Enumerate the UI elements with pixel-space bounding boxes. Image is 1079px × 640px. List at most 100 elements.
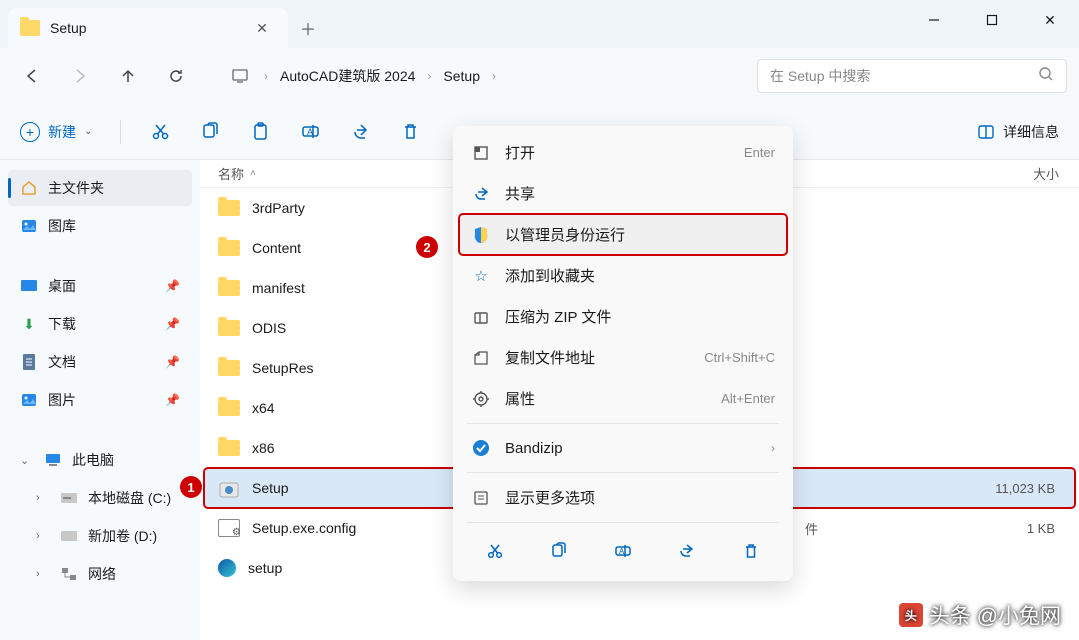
divider <box>120 120 121 144</box>
up-button[interactable] <box>108 56 148 96</box>
ctx-bandizip[interactable]: Bandizip › <box>459 428 787 468</box>
copy-icon[interactable] <box>199 121 221 143</box>
pc-icon <box>44 451 62 469</box>
cut-icon[interactable] <box>476 535 514 567</box>
new-button[interactable]: + 新建 ⌄ <box>20 122 92 142</box>
svg-text:A: A <box>307 127 313 137</box>
close-tab-icon[interactable]: ✕ <box>248 20 276 37</box>
annotation-badge-1: 1 <box>180 476 202 498</box>
sidebar-item-drive-c[interactable]: › 本地磁盘 (C:) <box>8 480 192 516</box>
delete-icon[interactable] <box>399 121 421 143</box>
folder-icon <box>218 400 240 416</box>
home-icon <box>20 179 38 197</box>
sidebar-item-documents[interactable]: 文档 📌 <box>8 344 192 380</box>
watermark: 头 头条 @小兔网 <box>899 600 1061 630</box>
plus-circle-icon: + <box>20 122 40 142</box>
sidebar-item-network[interactable]: › 网络 <box>8 556 192 592</box>
chevron-down-icon[interactable]: ⌄ <box>20 454 34 467</box>
bandizip-icon <box>471 438 491 458</box>
context-menu: 打开 Enter 共享 以管理员身份运行 ☆ 添加到收藏夹 压缩为 ZIP 文件… <box>453 126 793 581</box>
folder-icon <box>218 320 240 336</box>
pin-icon: 📌 <box>165 355 180 369</box>
folder-icon <box>218 280 240 296</box>
chevron-right-icon[interactable]: › <box>488 69 500 83</box>
chevron-right-icon[interactable]: › <box>36 492 50 504</box>
sidebar-item-home[interactable]: 主文件夹 <box>8 170 192 206</box>
star-icon: ☆ <box>471 266 491 286</box>
refresh-button[interactable] <box>156 56 196 96</box>
tab-title: Setup <box>50 20 248 36</box>
breadcrumb-seg[interactable]: Setup <box>435 64 488 88</box>
divider <box>467 472 779 473</box>
ctx-more[interactable]: 显示更多选项 <box>459 477 787 518</box>
sidebar-item-gallery[interactable]: 图库 <box>8 208 192 244</box>
drive-icon <box>60 489 78 507</box>
cut-icon[interactable] <box>149 121 171 143</box>
column-name[interactable]: 名称 ˄ <box>200 164 430 183</box>
folder-icon <box>218 360 240 376</box>
forward-button[interactable] <box>60 56 100 96</box>
share-icon[interactable] <box>349 121 371 143</box>
back-button[interactable] <box>12 56 52 96</box>
delete-icon[interactable] <box>732 535 770 567</box>
folder-icon <box>218 200 240 216</box>
documents-icon <box>20 353 38 371</box>
ctx-open[interactable]: 打开 Enter <box>459 132 787 173</box>
chevron-down-icon: ⌄ <box>84 126 92 137</box>
downloads-icon: ⬇ <box>20 315 38 333</box>
gallery-icon <box>20 217 38 235</box>
sidebar-item-pictures[interactable]: 图片 📌 <box>8 382 192 418</box>
divider <box>467 522 779 523</box>
chevron-right-icon[interactable]: › <box>260 69 272 83</box>
ctx-copypath[interactable]: 复制文件地址 Ctrl+Shift+C <box>459 337 787 378</box>
monitor-icon <box>220 56 260 96</box>
sidebar-item-downloads[interactable]: ⬇ 下载 📌 <box>8 306 192 342</box>
desktop-icon <box>20 277 38 295</box>
ctx-zip[interactable]: 压缩为 ZIP 文件 <box>459 296 787 337</box>
zip-icon <box>471 307 491 327</box>
minimize-button[interactable] <box>905 0 963 40</box>
chevron-right-icon[interactable]: › <box>423 69 435 83</box>
folder-icon <box>20 20 40 36</box>
ctx-properties[interactable]: 属性 Alt+Enter <box>459 378 787 419</box>
chevron-right-icon[interactable]: › <box>36 530 50 542</box>
details-label: 详细信息 <box>1003 122 1059 142</box>
sidebar-item-thispc[interactable]: ⌄ 此电脑 <box>8 442 192 478</box>
copy-icon[interactable] <box>540 535 578 567</box>
column-size[interactable]: 大小 <box>959 164 1059 183</box>
new-label: 新建 <box>48 122 76 142</box>
close-button[interactable]: ✕ <box>1021 0 1079 40</box>
rename-icon[interactable]: A <box>604 535 642 567</box>
properties-icon <box>471 389 491 409</box>
new-tab-button[interactable]: ＋ <box>288 8 328 48</box>
copypath-icon <box>471 348 491 368</box>
share-icon[interactable] <box>668 535 706 567</box>
ctx-favorite[interactable]: ☆ 添加到收藏夹 <box>459 255 787 296</box>
config-icon <box>218 519 240 537</box>
network-icon <box>60 565 78 583</box>
edge-icon <box>218 559 236 577</box>
sidebar-item-drive-d[interactable]: › 新加卷 (D:) <box>8 518 192 554</box>
pictures-icon <box>20 391 38 409</box>
ctx-share[interactable]: 共享 <box>459 173 787 214</box>
search-icon[interactable] <box>1038 66 1054 87</box>
maximize-button[interactable] <box>963 0 1021 40</box>
breadcrumb-seg[interactable]: AutoCAD建筑版 2024 <box>272 62 423 90</box>
svg-text:A: A <box>619 547 625 556</box>
paste-icon[interactable] <box>249 121 271 143</box>
search-input[interactable] <box>770 68 1038 84</box>
pin-icon: 📌 <box>165 317 180 331</box>
chevron-right-icon[interactable]: › <box>36 568 50 580</box>
window-tab[interactable]: Setup ✕ <box>8 8 288 48</box>
sort-indicator-icon: ˄ <box>250 168 256 179</box>
ctx-runas-admin[interactable]: 以管理员身份运行 <box>459 214 787 255</box>
address-bar[interactable]: › AutoCAD建筑版 2024 › Setup › <box>212 58 741 94</box>
rename-icon[interactable]: A <box>299 121 321 143</box>
details-button[interactable]: 详细信息 <box>977 122 1059 142</box>
more-icon <box>471 488 491 508</box>
sidebar-item-desktop[interactable]: 桌面 📌 <box>8 268 192 304</box>
annotation-badge-2: 2 <box>416 236 438 258</box>
divider <box>467 423 779 424</box>
search-box[interactable] <box>757 59 1067 93</box>
folder-icon <box>218 440 240 456</box>
